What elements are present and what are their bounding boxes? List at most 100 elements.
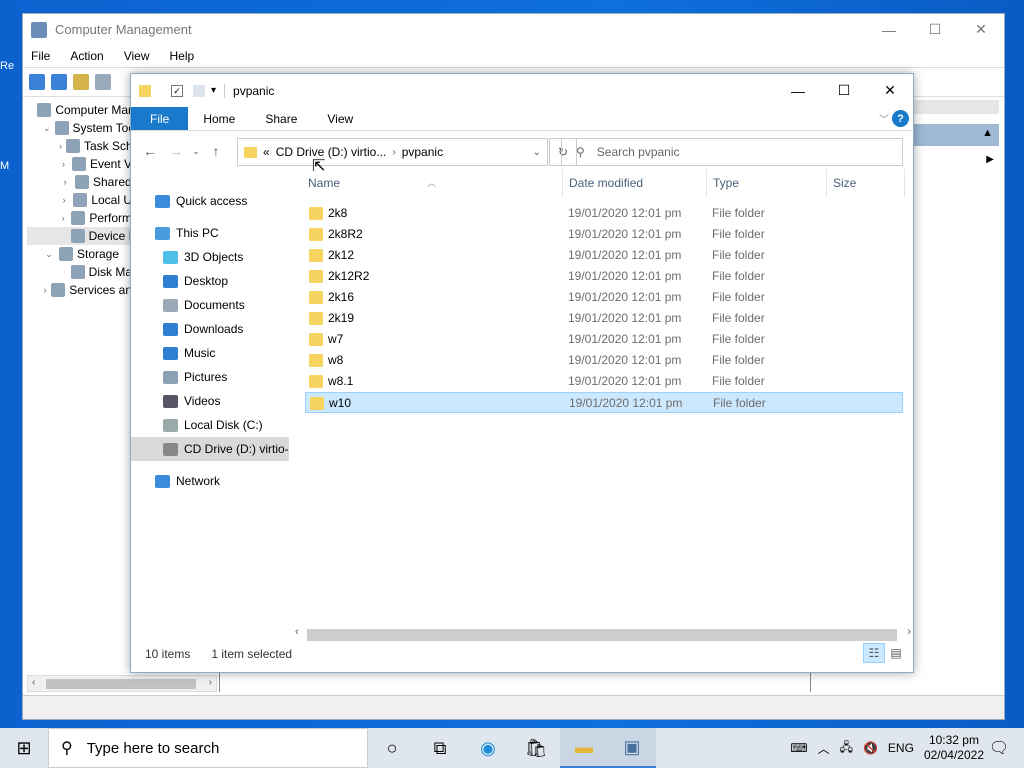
taskbar-store[interactable]: 🛍 — [512, 728, 560, 768]
table-row[interactable]: 2k8R2 19/01/2020 12:01 pm File folder — [305, 224, 903, 245]
column-date-modified[interactable]: Date modified — [569, 176, 643, 190]
explorer-minimize-button[interactable]: — — [775, 74, 821, 107]
tab-share[interactable]: Share — [250, 107, 312, 130]
address-segment-folder[interactable]: pvpanic — [402, 145, 443, 159]
back-icon[interactable] — [29, 74, 45, 90]
chevron-right-icon[interactable]: › — [59, 177, 71, 187]
menu-action[interactable]: Action — [70, 49, 103, 63]
chevron-right-icon[interactable]: › — [392, 147, 395, 158]
chevron-right-icon[interactable]: › — [59, 159, 68, 169]
nav-item[interactable]: Documents — [131, 293, 289, 317]
keyboard-icon[interactable]: ⌨ — [790, 741, 807, 755]
details-view-icon[interactable]: ☷ — [863, 643, 885, 663]
tree-item[interactable]: › Task Sch — [27, 137, 132, 155]
chevron-right-icon[interactable]: › — [59, 213, 67, 223]
table-row[interactable]: 2k12R2 19/01/2020 12:01 pm File folder — [305, 266, 903, 287]
tree-item[interactable]: ⌄ System Too — [27, 119, 132, 137]
chevron-right-icon[interactable]: › — [59, 141, 62, 151]
properties-icon[interactable]: ✓ — [171, 84, 183, 97]
table-row[interactable]: w7 19/01/2020 12:01 pm File folder — [305, 329, 903, 350]
address-bar[interactable]: « CD Drive (D:) virtio... › pvpanic ⌄ — [237, 138, 548, 166]
nav-item[interactable]: Downloads — [131, 317, 289, 341]
tree-item[interactable]: Computer Mar — [27, 101, 132, 119]
nav-item[interactable]: Local Disk (C:) — [131, 413, 289, 437]
taskbar-computer-management[interactable]: ▣ — [608, 728, 656, 768]
clock[interactable]: 10:32 pm 02/04/2022 — [924, 733, 984, 763]
nav-item[interactable]: Quick access — [131, 189, 289, 213]
nav-item[interactable]: Videos — [131, 389, 289, 413]
menu-view[interactable]: View — [124, 49, 150, 63]
taskbar-search-input[interactable]: ⚲ Type here to search — [48, 728, 368, 768]
table-row[interactable]: 2k19 19/01/2020 12:01 pm File folder — [305, 308, 903, 329]
nav-item[interactable]: CD Drive (D:) virtio- — [131, 437, 289, 461]
table-row[interactable]: w10 19/01/2020 12:01 pm File folder — [305, 392, 903, 413]
column-size[interactable]: Size — [833, 176, 856, 190]
forward-icon[interactable] — [51, 74, 67, 90]
table-row[interactable]: w8.1 19/01/2020 12:01 pm File folder — [305, 371, 903, 392]
address-segment-drive[interactable]: CD Drive (D:) virtio... — [276, 145, 387, 159]
back-arrow-icon[interactable]: ← — [137, 143, 163, 159]
cm-tree-hscroll[interactable]: ‹ › — [27, 675, 217, 692]
chevron-down-icon[interactable]: ⌄ — [533, 147, 541, 158]
forward-arrow-icon[interactable]: → — [163, 143, 189, 159]
collapse-arrow-icon[interactable]: ▲ — [982, 127, 993, 139]
table-row[interactable]: 2k8 19/01/2020 12:01 pm File folder — [305, 203, 903, 224]
tree-item[interactable]: › Perform — [27, 209, 132, 227]
chevron-right-icon[interactable]: › — [59, 195, 69, 205]
up-arrow-icon[interactable]: ↑ — [203, 143, 229, 159]
language-indicator[interactable]: ENG — [888, 741, 914, 755]
nav-item[interactable]: This PC — [131, 221, 289, 245]
table-row[interactable]: 2k12 19/01/2020 12:01 pm File folder — [305, 245, 903, 266]
taskbar-file-explorer[interactable]: ▬ — [560, 728, 608, 768]
large-icons-view-icon[interactable]: ▤ — [885, 643, 907, 663]
tree-item[interactable]: › Local U — [27, 191, 132, 209]
up-folder-icon[interactable] — [73, 74, 89, 90]
explorer-maximize-button[interactable]: ☐ — [821, 74, 867, 107]
column-type[interactable]: Type — [713, 176, 739, 190]
new-folder-icon[interactable] — [193, 84, 205, 97]
column-name[interactable]: Name — [308, 176, 340, 190]
quick-access-toolbar-dropdown-icon[interactable]: ▾ — [211, 85, 216, 96]
task-view-button[interactable]: ⧉ — [416, 728, 464, 768]
actions-pane-bar[interactable]: ▲ — [909, 124, 999, 146]
cm-maximize-button[interactable]: ☐ — [912, 14, 958, 45]
nav-item[interactable]: Pictures — [131, 365, 289, 389]
table-row[interactable]: w8 19/01/2020 12:01 pm File folder — [305, 350, 903, 371]
cm-close-button[interactable]: ✕ — [958, 14, 1004, 45]
tree-item[interactable]: › Services an — [27, 281, 132, 299]
explorer-close-button[interactable]: ✕ — [867, 74, 913, 107]
help-icon[interactable]: ? — [892, 110, 909, 127]
search-input[interactable]: ⚲ Search pvpanic — [561, 138, 903, 166]
expand-arrow-icon[interactable]: ▶ — [986, 154, 994, 165]
menu-help[interactable]: Help — [170, 49, 195, 63]
show-hidden-icons-chevron-icon[interactable]: ︿ — [818, 740, 830, 757]
chevron-down-icon[interactable]: ⌄ — [43, 123, 51, 134]
taskbar-edge[interactable]: ◉ — [464, 728, 512, 768]
recent-locations-icon[interactable]: ⌄ — [189, 146, 203, 157]
desktop-icon-edge[interactable]: M — [0, 160, 9, 172]
tree-item[interactable]: › Shared — [27, 173, 132, 191]
tree-item[interactable]: Device I — [27, 227, 132, 245]
expand-ribbon-icon[interactable]: ﹀ — [879, 111, 889, 126]
desktop-icon-recycle-bin[interactable]: Re — [0, 60, 14, 72]
chevron-right-icon[interactable]: › — [43, 285, 47, 295]
nav-item[interactable]: Network — [131, 469, 289, 493]
nav-item[interactable]: 3D Objects — [131, 245, 289, 269]
nav-item[interactable]: Desktop — [131, 269, 289, 293]
start-button[interactable]: ⊞ — [0, 728, 48, 768]
chevron-down-icon[interactable]: ⌄ — [43, 249, 55, 260]
nav-item[interactable]: Music — [131, 341, 289, 365]
show-hide-tree-icon[interactable] — [95, 74, 111, 90]
volume-muted-icon[interactable]: 🔇 — [863, 741, 878, 755]
tab-file[interactable]: File — [131, 107, 189, 130]
tree-item[interactable]: Disk Ma — [27, 263, 132, 281]
tree-item[interactable]: ⌄ Storage — [27, 245, 132, 263]
address-overflow[interactable]: « — [263, 145, 270, 159]
table-row[interactable]: 2k16 19/01/2020 12:01 pm File folder — [305, 287, 903, 308]
cm-minimize-button[interactable]: — — [866, 14, 912, 45]
menu-file[interactable]: File — [31, 49, 50, 63]
tab-view[interactable]: View — [312, 107, 368, 130]
notification-center-button[interactable]: 🗨 — [984, 728, 1024, 768]
cortana-button[interactable]: ○ — [368, 728, 416, 768]
network-icon[interactable]: 🖧 — [840, 738, 853, 759]
